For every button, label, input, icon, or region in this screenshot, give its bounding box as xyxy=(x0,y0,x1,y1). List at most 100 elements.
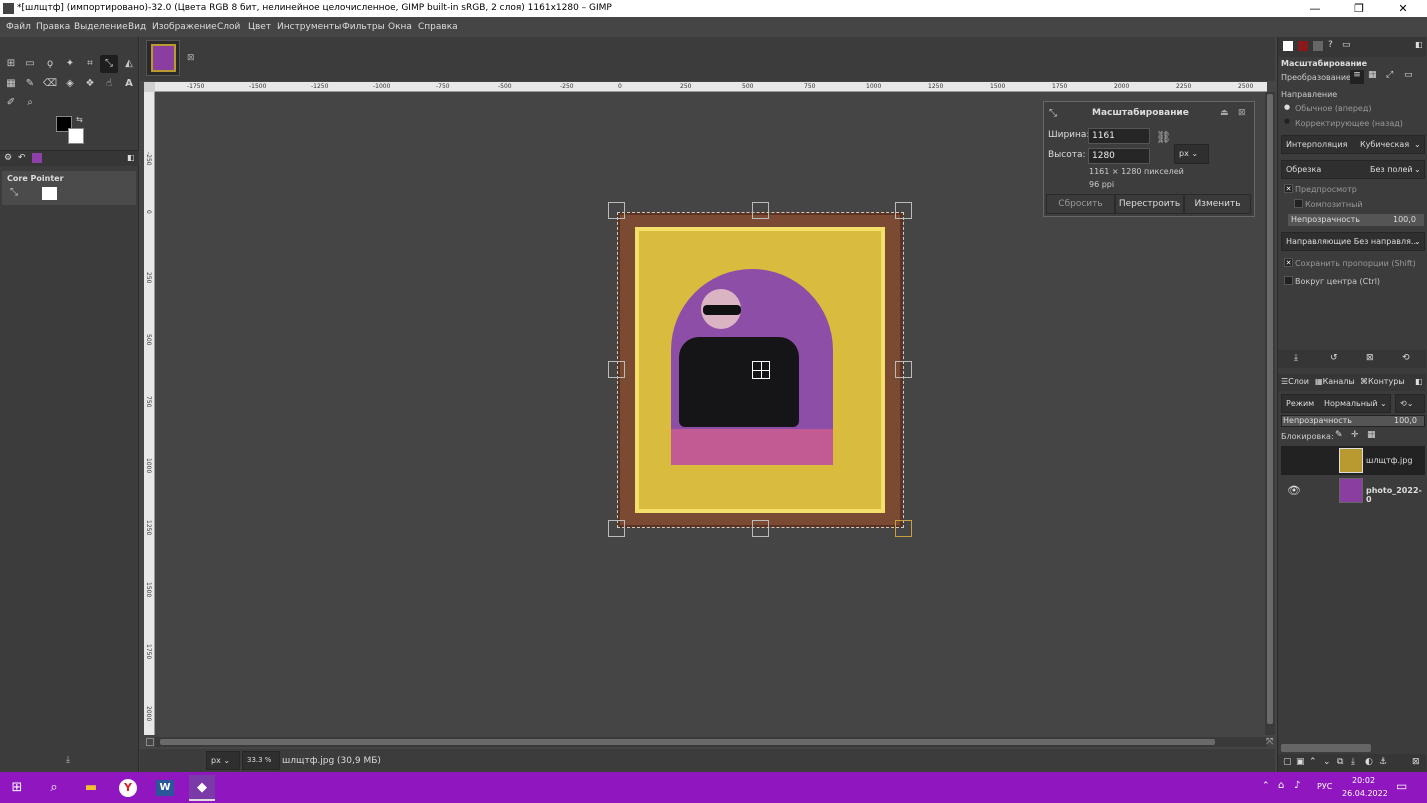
height-input[interactable]: 1280 xyxy=(1088,148,1150,164)
menu-windows[interactable]: Окна xyxy=(388,22,412,32)
zoom-select[interactable]: 33.3 % ⌄ xyxy=(242,751,280,781)
language-indicator[interactable]: РУС xyxy=(1317,782,1332,791)
direction-forward-radio[interactable]: ● xyxy=(1284,103,1290,111)
word-icon[interactable]: W xyxy=(152,775,178,801)
transform-center-handle[interactable] xyxy=(752,361,770,379)
vscroll-thumb[interactable] xyxy=(1267,94,1273,724)
hscroll-thumb[interactable] xyxy=(160,739,1215,745)
interpolation-select[interactable]: Интерполяция Кубическая ⌄ xyxy=(1281,135,1425,154)
menu-edit[interactable]: Правка xyxy=(36,22,70,32)
chain-link-icon[interactable]: ⛓ xyxy=(1156,130,1171,144)
new-layer-icon[interactable]: ▢ xyxy=(1283,757,1292,767)
clipping-select[interactable]: Обрезка Без полей ⌄ xyxy=(1281,160,1425,179)
clone-icon[interactable]: ❖ xyxy=(81,75,99,93)
paintbrush-icon[interactable]: ✎ xyxy=(21,75,39,93)
raise-layer-icon[interactable]: ⌃ xyxy=(1309,757,1317,767)
swap-colors-icon[interactable]: ⇆ xyxy=(76,115,83,124)
menu-colors[interactable]: Цвет xyxy=(248,22,271,32)
smudge-icon[interactable]: ☝ xyxy=(100,75,118,93)
layer-opacity-slider[interactable]: Непрозрачность 100,0 xyxy=(1281,415,1425,427)
tab-channels[interactable]: ▦Каналы xyxy=(1315,377,1355,386)
horizontal-scrollbar[interactable] xyxy=(155,737,1267,747)
quick-mask-toggle[interactable] xyxy=(146,738,154,746)
bucket-fill-icon[interactable]: ◈ xyxy=(61,75,79,93)
transform-handle[interactable] xyxy=(895,202,912,219)
transform-handle[interactable] xyxy=(608,520,625,537)
scale-tool-icon[interactable]: ⤡ xyxy=(100,55,118,73)
align-tool-icon[interactable]: ⊞ xyxy=(2,55,20,73)
undo-history-tab-icon[interactable]: ↶ xyxy=(18,153,26,163)
lock-pixels-icon[interactable]: ✎ xyxy=(1335,430,1343,440)
menu-select[interactable]: Выделение xyxy=(74,22,128,32)
menu-filters[interactable]: Фильтры xyxy=(342,22,385,32)
layer-name[interactable]: шлщтф.jpg xyxy=(1366,456,1412,465)
tool-options-tab-icon[interactable]: ⚙ xyxy=(4,153,12,163)
horizontal-ruler[interactable]: -1750 -1500 -1250 -1000 -750 -500 -250 0… xyxy=(155,82,1267,92)
guides-select[interactable]: Направляющие Без направля... ⌄ xyxy=(1281,232,1425,251)
vertical-scrollbar[interactable] xyxy=(1265,92,1275,735)
menu-help[interactable]: Справка xyxy=(418,22,458,32)
transform-handle[interactable] xyxy=(752,520,769,537)
scale-apply-button[interactable]: Изменить xyxy=(1184,194,1251,214)
tray-expand-icon[interactable]: ⌃ xyxy=(1262,781,1270,791)
perspective-icon[interactable]: ▦ xyxy=(2,75,20,93)
transform-handle[interactable] xyxy=(608,202,625,219)
transform-handle[interactable] xyxy=(752,202,769,219)
transform-selection-icon[interactable]: ▦ xyxy=(1368,70,1377,80)
text-tool-icon[interactable]: A xyxy=(120,75,138,93)
color-picker-icon[interactable]: ✐ xyxy=(2,94,20,112)
transform-image-icon[interactable]: ▭ xyxy=(1404,70,1413,80)
gimp-taskbar-icon[interactable]: ◆ xyxy=(189,775,215,801)
transform-layer-icon[interactable]: ≡ xyxy=(1350,70,1364,84)
file-explorer-icon[interactable]: ▬ xyxy=(78,775,104,801)
menu-layer[interactable]: Слой xyxy=(217,22,240,32)
reset-button[interactable]: Сбросить xyxy=(1046,194,1115,214)
toolbox-bottom-icon[interactable]: ⤓ xyxy=(66,755,70,765)
anchor-layer-icon[interactable]: ⚓ xyxy=(1379,757,1387,767)
close-button[interactable]: ✕ xyxy=(1381,1,1425,16)
transform-path-icon[interactable]: ⤢ xyxy=(1386,70,1393,80)
menu-view[interactable]: Вид xyxy=(128,22,146,32)
tab-menu-icon[interactable]: ◧ xyxy=(127,153,135,162)
navigate-icon[interactable]: ⤧ xyxy=(1266,737,1273,747)
readjust-button[interactable]: Перестроить xyxy=(1115,194,1184,214)
direction-backward-radio[interactable]: ● xyxy=(1284,117,1290,125)
clock-time[interactable]: 20:02 xyxy=(1352,776,1375,785)
keep-aspect-checkbox[interactable]: ✕ xyxy=(1284,258,1293,267)
start-button-icon[interactable]: ⊞ xyxy=(4,775,30,801)
notifications-icon[interactable]: ▭ xyxy=(1396,779,1407,793)
merge-down-icon[interactable]: ⤓ xyxy=(1351,757,1355,767)
new-group-icon[interactable]: ▣ xyxy=(1296,757,1305,767)
delete-layer-icon[interactable]: ⊠ xyxy=(1412,757,1420,767)
opacity-slider[interactable]: Непрозрачность 100,0 xyxy=(1288,214,1424,226)
lower-layer-icon[interactable]: ⌄ xyxy=(1323,757,1331,767)
around-center-checkbox[interactable] xyxy=(1284,276,1293,285)
duplicate-layer-icon[interactable]: ⧉ xyxy=(1337,757,1343,767)
lasso-icon[interactable]: ϙ xyxy=(41,55,59,73)
messages-tab-icon[interactable]: ▭ xyxy=(1342,40,1351,50)
tab-menu-icon[interactable]: ◧ xyxy=(1415,377,1423,386)
volume-icon[interactable]: ♪ xyxy=(1294,780,1300,791)
transform-handle[interactable] xyxy=(895,520,912,537)
maximize-button[interactable]: ❐ xyxy=(1337,1,1381,16)
image-tab-thumbnail[interactable] xyxy=(146,40,180,76)
background-color-swatch[interactable] xyxy=(68,128,84,144)
layer-composite-select[interactable]: ⟲⌄ xyxy=(1395,394,1425,413)
reset-options-icon[interactable]: ⟲ xyxy=(1402,353,1410,363)
network-icon[interactable]: ⌂ xyxy=(1278,780,1284,791)
eraser-icon[interactable]: ⌫ xyxy=(41,75,59,93)
menu-image[interactable]: Изображение xyxy=(152,22,217,32)
status-unit-select[interactable]: px ⌄ xyxy=(206,751,240,770)
device-status-tab-icon[interactable] xyxy=(1298,41,1308,51)
lock-position-icon[interactable]: ✛ xyxy=(1351,430,1359,440)
layer-mode-select[interactable]: Режим Нормальный ⌄ xyxy=(1281,394,1391,413)
clock-date[interactable]: 26.04.2022 xyxy=(1342,789,1388,798)
composited-checkbox[interactable] xyxy=(1294,199,1303,208)
yandex-browser-icon[interactable]: Y xyxy=(115,775,141,801)
menu-tools[interactable]: Инструменты xyxy=(277,22,341,32)
ruler-corner[interactable] xyxy=(144,82,155,92)
layer-mask-icon[interactable]: ◐ xyxy=(1365,757,1373,767)
dialog-close-icon[interactable]: ⊠ xyxy=(1238,108,1246,118)
rect-select-icon[interactable]: ▭ xyxy=(21,55,39,73)
close-tab-icon[interactable]: ⊠ xyxy=(187,53,195,63)
